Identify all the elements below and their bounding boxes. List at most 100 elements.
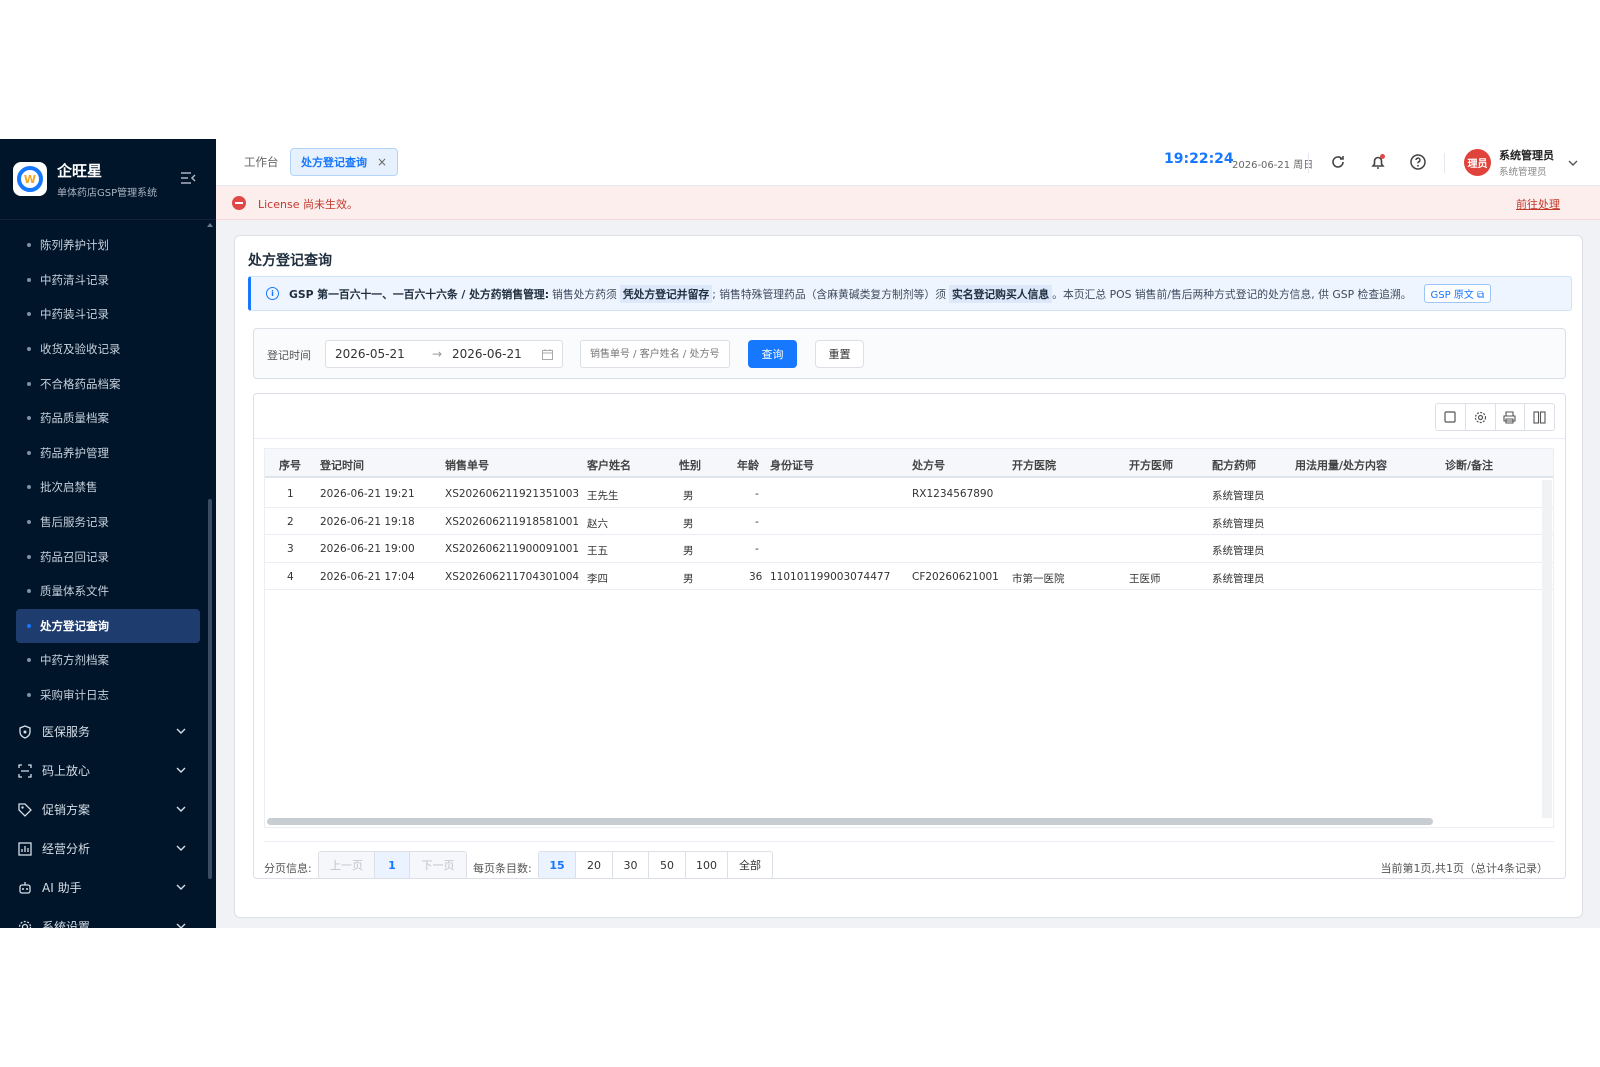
- sidebar-item-label: 质量体系文件: [40, 584, 109, 599]
- date-end[interactable]: 2026-06-21: [452, 347, 522, 361]
- page-size-option[interactable]: 50: [649, 852, 686, 878]
- column-header[interactable]: 身份证号: [770, 457, 814, 473]
- chevron-down-icon: [176, 728, 186, 735]
- table-horizontal-scrollbar[interactable]: [267, 818, 1433, 825]
- date-range-picker[interactable]: 2026-05-21 → 2026-06-21: [325, 340, 563, 368]
- table-header: 序号 登记时间 销售单号 客户姓名 性别 年龄 身份证号 处方号 开方医院 开方…: [265, 449, 1553, 478]
- column-header[interactable]: 登记时间: [320, 457, 364, 473]
- sidebar-item-label: 中药方剂档案: [40, 653, 109, 668]
- sidebar-group-ai-assistant[interactable]: AI 助手: [0, 868, 216, 907]
- sidebar-item-after-sales[interactable]: 售后服务记录: [0, 505, 216, 540]
- column-header[interactable]: 序号: [279, 457, 301, 473]
- sidebar-item-purchase-audit-log[interactable]: 采购审计日志: [0, 678, 216, 713]
- user-role: 系统管理员: [1499, 167, 1547, 178]
- query-button[interactable]: 查询: [748, 340, 797, 368]
- cell-rx-no: RX1234567890: [912, 488, 994, 500]
- sidebar-item-drug-recall[interactable]: 药品召回记录: [0, 539, 216, 574]
- search-input[interactable]: [580, 340, 730, 368]
- pagination-label: 分页信息:: [264, 862, 312, 875]
- sidebar-item-receiving-record[interactable]: 收货及验收记录: [0, 332, 216, 367]
- reset-button[interactable]: 重置: [815, 340, 864, 368]
- column-header[interactable]: 年龄: [737, 457, 759, 473]
- main-card: 处方登记查询 i GSP 第一百六十一、一百六十六条 / 处方药销售管理: 销售…: [234, 235, 1583, 918]
- table-row[interactable]: 3 2026-06-21 19:00 XS202606211900091001 …: [265, 535, 1553, 563]
- sidebar-item-prescription-query[interactable]: 处方登记查询: [16, 608, 200, 644]
- table-row[interactable]: 2 2026-06-21 19:18 XS202606211918581001 …: [265, 508, 1553, 536]
- sidebar-item-drug-quality-archive[interactable]: 药品质量档案: [0, 401, 216, 436]
- column-header[interactable]: 性别: [679, 457, 701, 473]
- column-header[interactable]: 诊断/备注: [1445, 457, 1493, 473]
- sidebar-group-medical-insurance[interactable]: 医保服务: [0, 712, 216, 751]
- refresh-icon[interactable]: [1329, 153, 1347, 171]
- sidebar-group-code-trace[interactable]: 码上放心: [0, 751, 216, 790]
- sidebar-item-herb-filling-record[interactable]: 中药装斗记录: [0, 297, 216, 332]
- chevron-down-icon: [176, 767, 186, 774]
- close-icon[interactable]: ×: [377, 155, 387, 169]
- license-banner: License 尚未生效。 前往处理: [216, 186, 1600, 220]
- page-size-option[interactable]: 15: [539, 852, 576, 878]
- cell-pharmacist: 系统管理员: [1212, 490, 1265, 502]
- license-action-link[interactable]: 前往处理: [1516, 196, 1560, 212]
- page-nav: 上一页 1 下一页: [318, 851, 467, 879]
- column-header[interactable]: 开方医院: [1012, 457, 1056, 473]
- next-page-button[interactable]: 下一页: [410, 852, 466, 878]
- sidebar-item-batch-sale-control[interactable]: 批次启禁售: [0, 470, 216, 505]
- sidebar-item-unqualified-drugs[interactable]: 不合格药品档案: [0, 366, 216, 401]
- sidebar-item-herb-formula-archive[interactable]: 中药方剂档案: [0, 643, 216, 678]
- page-size-option[interactable]: 20: [576, 852, 613, 878]
- sidebar-item-quality-system-docs[interactable]: 质量体系文件: [0, 574, 216, 609]
- cell-time: 2026-06-21 17:04: [320, 570, 415, 583]
- filter-bar: 登记时间 2026-05-21 → 2026-06-21 查询 重置: [253, 328, 1566, 379]
- chevron-down-icon[interactable]: [1568, 159, 1578, 167]
- app-window: W 企旺星 单体药店GSP管理系统 陈列养护计划 中药清斗记录 中药装斗记录 收…: [0, 139, 1600, 928]
- page-size-label: 每页条目数:: [473, 862, 532, 875]
- date-start[interactable]: 2026-05-21: [335, 347, 405, 361]
- gear-icon: [18, 920, 32, 928]
- settings-gear-icon[interactable]: [1466, 404, 1496, 430]
- column-header[interactable]: 开方医师: [1129, 457, 1173, 473]
- date-separator: →: [432, 347, 443, 361]
- notice-text: 。本页汇总 POS 销售前/售后两种方式登记的处方信息, 供 GSP 检查追溯。: [1052, 287, 1412, 301]
- table-row[interactable]: 4 2026-06-21 17:04 XS202606211704301004 …: [265, 563, 1553, 591]
- page-size-option[interactable]: 100: [686, 852, 728, 878]
- column-header[interactable]: 销售单号: [445, 457, 489, 473]
- bell-icon[interactable]: [1369, 153, 1387, 171]
- chart-icon: [18, 842, 32, 856]
- sidebar-item-label: 药品质量档案: [40, 411, 109, 426]
- menu-collapse-icon[interactable]: [180, 171, 196, 185]
- page-number-button[interactable]: 1: [375, 852, 410, 878]
- filter-label: 登记时间: [267, 349, 311, 362]
- sidebar-group-system-settings[interactable]: 系统设置: [0, 907, 216, 928]
- sidebar-item-display-maintenance-plan[interactable]: 陈列养护计划: [0, 228, 216, 263]
- tab-prescription-query[interactable]: 处方登记查询 ×: [290, 148, 399, 176]
- gsp-source-button[interactable]: GSP 原文 ⧉: [1423, 284, 1492, 303]
- fullscreen-icon[interactable]: [1436, 404, 1466, 430]
- page-size-option[interactable]: 30: [613, 852, 649, 878]
- help-icon[interactable]: [1409, 153, 1427, 171]
- page-size-option[interactable]: 全部: [728, 852, 772, 878]
- column-header[interactable]: 处方号: [912, 457, 945, 473]
- cell-hospital: 市第一医院: [1012, 572, 1065, 585]
- tab-workbench[interactable]: 工作台: [244, 154, 279, 170]
- sidebar-item-label: 药品养护管理: [40, 445, 109, 460]
- sidebar-item-herb-cleaning-record[interactable]: 中药清斗记录: [0, 263, 216, 298]
- notice-highlight: 实名登记购买人信息: [949, 284, 1053, 303]
- sidebar-scrollbar[interactable]: [208, 499, 212, 879]
- prev-page-button[interactable]: 上一页: [319, 852, 375, 878]
- column-header[interactable]: 用法用量/处方内容: [1295, 457, 1387, 473]
- avatar[interactable]: 理员: [1464, 149, 1491, 176]
- table-row[interactable]: 1 2026-06-21 19:21 XS202606211921351003 …: [265, 480, 1553, 508]
- cell-pharmacist: 系统管理员: [1212, 545, 1265, 558]
- column-header[interactable]: 客户姓名: [587, 457, 631, 473]
- column-header[interactable]: 配方药师: [1212, 457, 1256, 473]
- search-field[interactable]: [581, 341, 729, 367]
- sidebar-item-drug-maintenance[interactable]: 药品养护管理: [0, 436, 216, 471]
- print-icon[interactable]: [1496, 404, 1526, 430]
- user-name[interactable]: 系统管理员: [1499, 147, 1554, 163]
- columns-icon[interactable]: [1525, 404, 1554, 430]
- table-vertical-scrollbar[interactable]: [1542, 480, 1552, 818]
- sidebar-group-business-analysis[interactable]: 经营分析: [0, 829, 216, 868]
- notice-highlight: 凭处方登记并留存: [619, 284, 713, 303]
- sidebar-group-promotion[interactable]: 促销方案: [0, 790, 216, 829]
- cell-customer: 赵六: [587, 517, 608, 530]
